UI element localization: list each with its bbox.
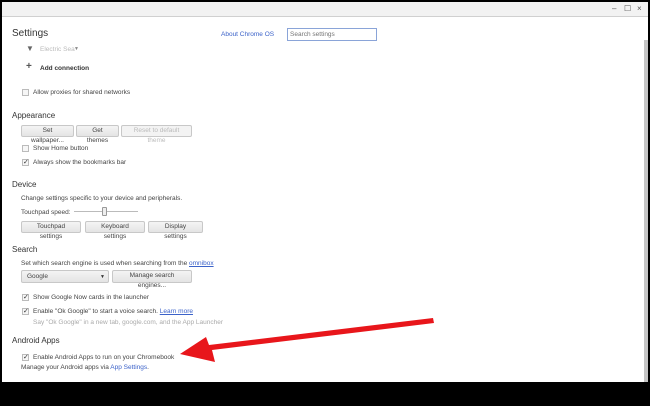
arrow-shape xyxy=(180,318,434,362)
red-arrow-annotation xyxy=(180,318,434,362)
